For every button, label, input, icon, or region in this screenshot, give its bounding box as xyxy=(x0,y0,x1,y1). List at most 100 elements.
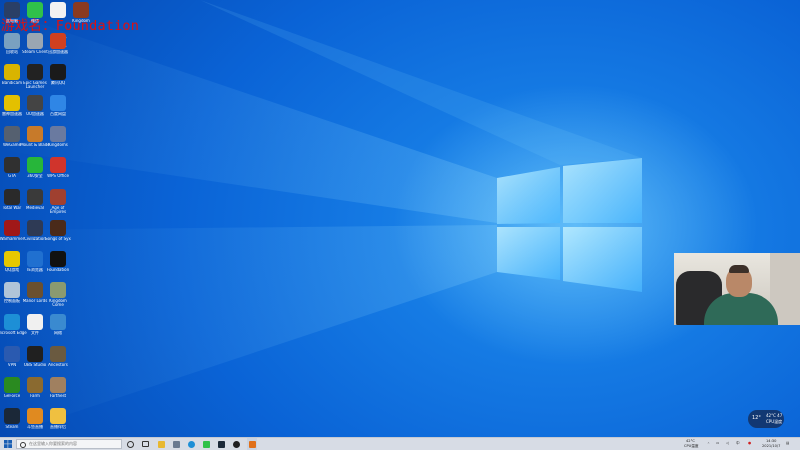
store-icon xyxy=(172,440,180,448)
app-icon xyxy=(27,282,43,298)
app-icon xyxy=(27,377,43,393)
app-icon xyxy=(50,33,66,49)
desktop-icon[interactable]: Songs of Syx xyxy=(45,218,71,248)
desktop-icon[interactable]: 腾讯QQ xyxy=(47,62,69,92)
input-method-icon[interactable]: 中 xyxy=(736,441,740,445)
app-icon xyxy=(4,346,20,362)
desktop-icon[interactable]: 迅游加速器 xyxy=(47,31,69,61)
app-icon xyxy=(50,189,66,205)
desktop-icon-label: Age of Empires xyxy=(49,206,67,214)
clock-time[interactable]: 14:30 xyxy=(766,439,776,443)
volume-icon[interactable]: ◁ xyxy=(726,441,729,445)
app-icon xyxy=(50,157,66,173)
app-icon xyxy=(50,251,66,267)
weather-temp: 12° xyxy=(752,415,761,421)
app-icon xyxy=(4,408,20,424)
edge-icon xyxy=(187,440,195,448)
desktop-icon[interactable]: Kingdom Come xyxy=(47,280,69,310)
desktop-icon[interactable]: Kingdom xyxy=(70,0,92,30)
desktop-icon-label: Songs of Syx xyxy=(45,237,71,241)
desktop-wallpaper[interactable]: 游戏名：Foundation VI 此电脑微信Kingdom回收站Steam C… xyxy=(0,0,800,437)
app-icon xyxy=(50,346,66,362)
desktop-icon[interactable]: WPS Office xyxy=(47,155,69,185)
app-icon xyxy=(27,33,43,49)
desktop-icon-label: 迅游加速器 xyxy=(48,50,68,54)
taskbar-obs[interactable] xyxy=(231,438,241,450)
desktop-icon-label: Kingdom Come xyxy=(49,299,67,307)
cortana-icon xyxy=(126,440,134,448)
app-icon xyxy=(50,220,66,236)
webcam-person-hair xyxy=(729,265,749,273)
chevron-up-icon[interactable]: ⌃ xyxy=(707,442,710,446)
app-icon xyxy=(50,2,66,18)
app-icon xyxy=(50,408,66,424)
app-icon xyxy=(73,2,89,18)
weather-line1: 42°C 47 xyxy=(766,413,783,418)
app-icon xyxy=(27,346,43,362)
desktop-icon-label: 直播伴侣 xyxy=(50,425,66,429)
network-icon[interactable]: ▭ xyxy=(716,441,719,445)
task-view-icon xyxy=(141,441,149,447)
taskbar-wechat[interactable] xyxy=(201,438,211,450)
notification-app-icon[interactable]: ● xyxy=(748,441,751,445)
app-icon xyxy=(27,2,43,18)
desktop-icon[interactable]: Ancestors xyxy=(47,344,69,374)
taskbar-store[interactable] xyxy=(171,438,181,450)
taskbar-file-explorer[interactable] xyxy=(156,438,166,450)
steam-icon xyxy=(217,440,225,448)
app-icon xyxy=(50,377,66,393)
desktop-icon[interactable]: Farthest xyxy=(47,375,69,405)
desktop-icon-label: Ancestors xyxy=(48,363,68,367)
taskbar-edge[interactable] xyxy=(186,438,196,450)
app-icon xyxy=(4,64,20,80)
app-icon xyxy=(27,189,43,205)
desktop-icon[interactable]: Kingdoms xyxy=(47,124,69,154)
taskbar-game-active[interactable] xyxy=(247,438,257,450)
taskbar: 42°C CPU温度 ⌃ ▭ ◁ 中 ● 14:30 2021/10/7 ▤ xyxy=(0,437,800,450)
app-icon xyxy=(4,33,20,49)
desktop-icon-label: Farthest xyxy=(49,394,67,398)
app-icon xyxy=(27,220,43,236)
app-icon xyxy=(50,64,66,80)
desktop-icon[interactable]: 百度网盘 xyxy=(47,93,69,123)
app-icon xyxy=(27,126,43,142)
app-icon xyxy=(4,251,20,267)
search-input[interactable] xyxy=(29,440,119,448)
task-view-button[interactable] xyxy=(140,438,150,450)
app-icon xyxy=(50,282,66,298)
cortana-button[interactable] xyxy=(125,438,135,450)
desktop-icon-label: Kingdoms xyxy=(48,143,68,147)
desktop-icon-label: 腾讯QQ xyxy=(50,81,66,85)
app-icon xyxy=(4,220,20,236)
desktop-icon[interactable]: 直播伴侣 xyxy=(47,406,69,436)
app-icon xyxy=(4,126,20,142)
app-icon xyxy=(4,282,20,298)
app-icon xyxy=(27,95,43,111)
app-icon xyxy=(4,377,20,393)
action-center-icon[interactable]: ▤ xyxy=(786,441,789,445)
app-icon xyxy=(27,408,43,424)
start-button[interactable] xyxy=(2,438,14,450)
desktop-icon-label: WPS Office xyxy=(47,174,69,178)
taskbar-steam[interactable] xyxy=(216,438,226,450)
webcam-overlay xyxy=(674,253,800,325)
desktop-icon-label: 百度网盘 xyxy=(50,112,66,116)
app-icon xyxy=(4,157,20,173)
tray-cpu-temp: 42°C xyxy=(686,439,695,443)
app-icon xyxy=(27,251,43,267)
app-icon xyxy=(50,95,66,111)
app-icon xyxy=(27,64,43,80)
tray-cpu-label: CPU温度 xyxy=(684,444,699,448)
taskbar-search-box[interactable] xyxy=(16,439,122,449)
app-icon xyxy=(50,126,66,142)
folder-icon xyxy=(157,440,165,448)
desktop-icon[interactable]: Foundation xyxy=(47,249,69,279)
wechat-icon xyxy=(202,440,210,448)
app-icon xyxy=(4,95,20,111)
clock-date[interactable]: 2021/10/7 xyxy=(762,444,780,448)
desktop-icon-label: Kingdom xyxy=(72,19,90,23)
desktop-icon[interactable]: 网络 xyxy=(47,312,69,342)
desktop-icon[interactable]: Age of Empires xyxy=(47,187,69,217)
app-icon xyxy=(4,189,20,205)
weather-widget[interactable]: 12° 42°C 47 CPU温度 xyxy=(748,410,784,428)
